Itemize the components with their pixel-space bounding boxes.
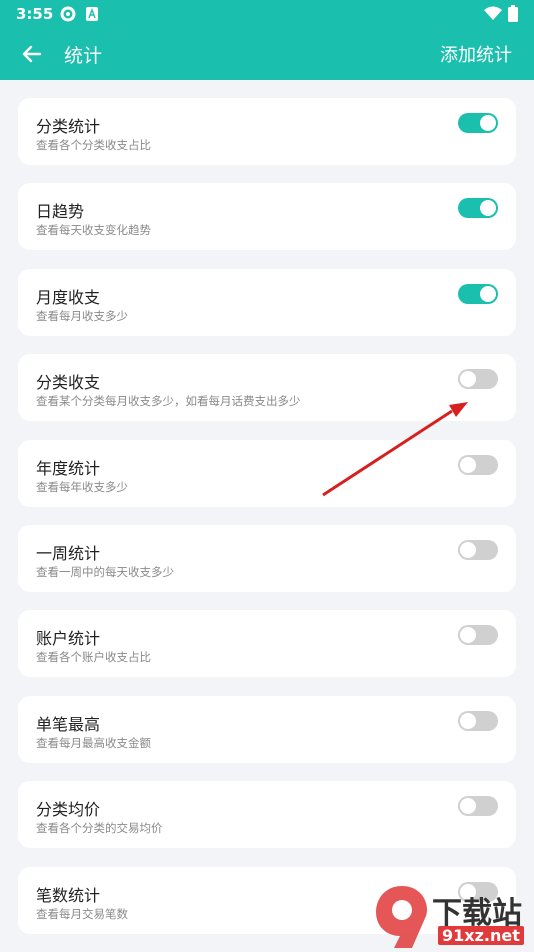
app-bar: 统计 添加统计 [0, 28, 534, 80]
toggle-knob [480, 285, 496, 302]
page-title: 统计 [64, 45, 103, 67]
watermark: 下载站 91xz.net [372, 880, 534, 950]
add-statistics-button[interactable]: 添加统计 [440, 41, 512, 67]
stat-item-toggle[interactable] [458, 283, 498, 304]
back-arrow-icon[interactable] [20, 42, 44, 66]
stat-item-card: 月度收支 查看每月收支多少 [18, 268, 516, 336]
stat-item-description: 查看每月交易笔数 [36, 906, 128, 921]
toggle-knob [460, 627, 476, 644]
stat-item-description: 查看每月最高收支金额 [36, 735, 151, 750]
toggle-knob [460, 371, 476, 388]
stat-item-toggle[interactable] [458, 710, 498, 731]
toggle-knob [480, 200, 496, 217]
watermark-logo [376, 886, 427, 948]
stat-item-card: 分类统计查看各个分类收支占比 [18, 98, 516, 165]
stat-item-toggle[interactable] [458, 539, 498, 560]
system-notification-icon [86, 7, 98, 21]
stat-item-description: 查看每月收支多少 [36, 308, 128, 323]
stat-item-card: 分类收支 查看某个分类每月收支多少，如看每月话费支出多少 [18, 354, 516, 422]
stat-item-card: 单笔最高 查看每月最高收支金额 [18, 695, 516, 763]
stat-item-toggle[interactable] [458, 796, 498, 817]
stat-item-label: 月度收支 [36, 287, 101, 307]
stat-item-description: 查看各个分类收支占比 [36, 138, 151, 152]
stat-item-card: 一周统计 查看一周中的每天收支多少 [18, 524, 516, 592]
toggle-knob [480, 115, 496, 131]
stat-item-description: 查看每年收支多少 [36, 479, 128, 494]
stat-item-description: 查看每天收支变化趋势 [36, 223, 151, 238]
stat-item-card: 分类均价 查看各个分类的交易均价 [18, 781, 516, 849]
toggle-knob [460, 712, 476, 729]
stat-item-description: 查看某个分类每月收支多少，如看每月话费支出多少 [36, 394, 301, 409]
stat-item-label: 单笔最高 [36, 714, 101, 734]
toggle-knob [460, 541, 476, 558]
stat-item-label: 分类统计 [36, 117, 101, 136]
toggle-knob [460, 456, 476, 473]
stat-item-label: 分类收支 [36, 373, 101, 393]
watermark-site: 91xz.net [438, 926, 524, 945]
stat-item-description: 查看各个分类的交易均价 [36, 821, 163, 836]
status-time: 3:55 [16, 5, 54, 23]
stat-item-toggle[interactable] [458, 454, 498, 475]
stat-item-toggle[interactable] [458, 198, 498, 219]
stat-item-card: 年度统计 查看每年收支多少 [18, 439, 516, 507]
stat-item-label: 账户统计 [36, 629, 101, 649]
app-notification-icon [60, 6, 76, 22]
stat-item-toggle[interactable] [458, 369, 498, 390]
stat-item-label: 年度统计 [36, 458, 101, 478]
toggle-knob [460, 798, 476, 815]
status-bar: 3:55 [0, 0, 534, 28]
stat-item-toggle[interactable] [458, 113, 498, 133]
stat-item-label: 一周统计 [36, 543, 101, 563]
stat-item-toggle[interactable] [458, 625, 498, 646]
wifi-icon [484, 6, 502, 20]
stat-item-label: 日趋势 [36, 202, 85, 222]
stat-item-card: 账户统计 查看各个账户收支占比 [18, 610, 516, 678]
stat-item-label: 笔数统计 [36, 885, 101, 905]
stat-item-description: 查看各个账户收支占比 [36, 650, 151, 665]
statistics-list: 分类统计 查看各个分类收支占比 日趋势 查看每天收支变化趋势 月度收支 查看每月收支多少分… [18, 98, 516, 952]
stat-item-card: 日趋势 查看每天收支变化趋势 [18, 183, 516, 251]
battery-icon [508, 5, 518, 22]
stat-item-label: 分类均价 [36, 800, 101, 820]
stat-item-description: 查看一周中的每天收支多少 [36, 564, 174, 579]
